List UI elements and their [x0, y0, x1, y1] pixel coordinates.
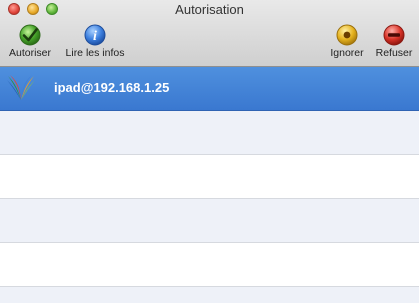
empty-row: [0, 287, 419, 303]
refuse-label: Refuser: [375, 47, 413, 59]
svg-text:i: i: [93, 29, 97, 44]
get-info-label: Lire les infos: [65, 47, 125, 59]
ignore-label: Ignorer: [330, 47, 364, 59]
authorize-label: Autoriser: [8, 47, 51, 59]
empty-row: [0, 243, 419, 287]
device-name: ipad@192.168.1.25: [54, 80, 170, 95]
device-list: ipad@192.168.1.25: [0, 67, 419, 303]
window-title: Autorisation: [175, 2, 244, 17]
ignore-button[interactable]: Ignorer: [325, 24, 369, 60]
empty-row: [0, 155, 419, 199]
ignore-icon: [336, 24, 358, 46]
device-row[interactable]: ipad@192.168.1.25: [0, 67, 419, 111]
deny-icon: [383, 24, 405, 46]
app-logo-icon: [7, 75, 35, 100]
empty-row: [0, 111, 419, 155]
authorization-window: Autorisation Autoriser i Lire les infos …: [0, 0, 419, 303]
authorize-button[interactable]: Autoriser: [4, 24, 56, 60]
toolbar: Autorisation Autoriser i Lire les infos …: [0, 0, 419, 67]
refuse-button[interactable]: Refuser: [371, 24, 417, 60]
info-icon: i: [84, 24, 106, 46]
get-info-button[interactable]: i Lire les infos: [59, 24, 131, 60]
checkmark-icon: [19, 24, 41, 46]
empty-row: [0, 199, 419, 243]
